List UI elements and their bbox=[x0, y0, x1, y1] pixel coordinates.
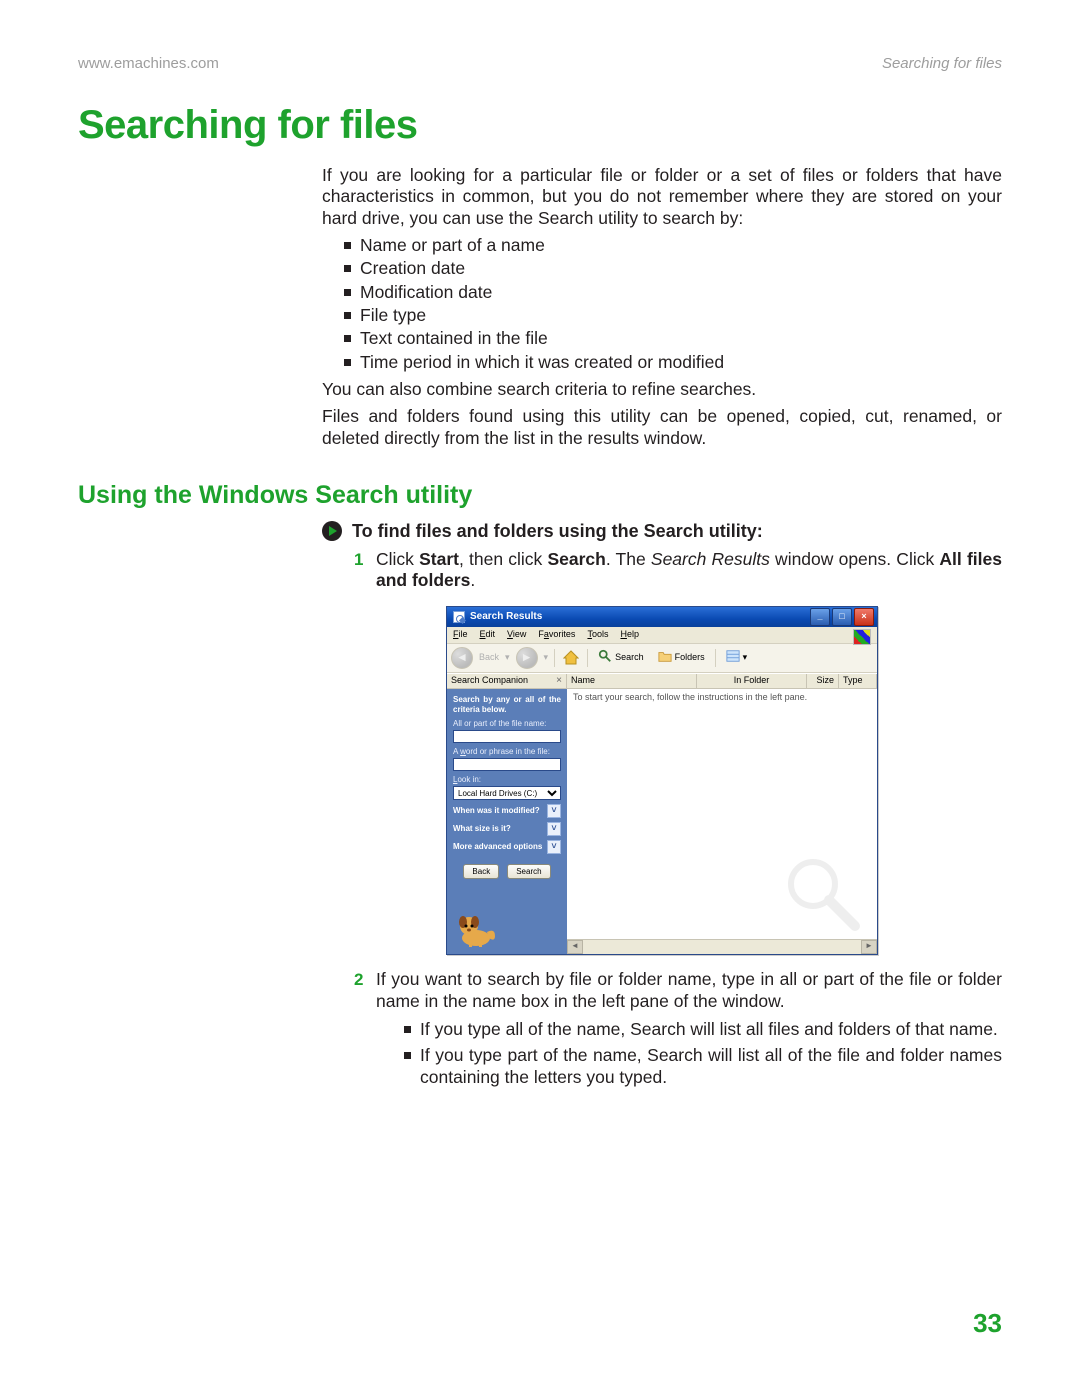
search-dog-icon bbox=[455, 908, 497, 948]
intro-paragraph: If you are looking for a particular file… bbox=[322, 165, 1002, 229]
results-pane: To start your search, follow the instruc… bbox=[567, 689, 877, 954]
step-2: If you want to search by file or folder … bbox=[354, 969, 1002, 1088]
search-pane-button[interactable]: Search bbox=[507, 864, 550, 879]
col-type[interactable]: Type bbox=[839, 674, 877, 689]
scroll-right-icon[interactable]: ► bbox=[861, 940, 877, 954]
search-window-icon bbox=[453, 611, 465, 623]
header-section: Searching for files bbox=[882, 55, 1002, 74]
scroll-left-icon[interactable]: ◄ bbox=[567, 940, 583, 954]
horizontal-scrollbar[interactable]: ◄ ► bbox=[567, 939, 877, 954]
header-url: www.emachines.com bbox=[78, 55, 219, 74]
folders-toolbar-button[interactable]: Folders bbox=[654, 647, 709, 668]
label-lookin: Look in: bbox=[453, 775, 561, 785]
pane-heading: Search by any or all of the criteria bel… bbox=[453, 695, 561, 715]
views-toolbar-button[interactable]: ▾ bbox=[722, 647, 752, 668]
back-button[interactable]: ◄ bbox=[451, 647, 473, 669]
col-search-companion: Search Companion bbox=[451, 675, 528, 686]
list-item: Text contained in the file bbox=[344, 328, 1002, 349]
window-title: Search Results bbox=[470, 611, 542, 624]
page-number: 33 bbox=[973, 1307, 1002, 1340]
column-headers: Search Companion × Name In Folder Size T… bbox=[447, 673, 877, 690]
list-item: Creation date bbox=[344, 258, 1002, 279]
chevron-down-icon[interactable]: ˅ bbox=[547, 840, 561, 854]
search-toolbar-button[interactable]: Search bbox=[594, 647, 648, 668]
maximize-button[interactable]: □ bbox=[832, 608, 852, 626]
menubar: File Edit View Favorites Tools Help bbox=[447, 627, 877, 643]
results-tip: To start your search, follow the instruc… bbox=[567, 689, 877, 706]
back-label: Back bbox=[479, 652, 499, 663]
menu-edit[interactable]: Edit bbox=[480, 629, 496, 640]
filename-input[interactable] bbox=[453, 730, 561, 743]
play-icon bbox=[322, 521, 342, 541]
up-button[interactable] bbox=[561, 648, 581, 668]
col-size[interactable]: Size bbox=[807, 674, 839, 689]
phrase-input[interactable] bbox=[453, 758, 561, 771]
step-1: Click Start, then click Search. The Sear… bbox=[354, 549, 1002, 956]
expander-advanced[interactable]: More advanced options bbox=[453, 842, 542, 852]
list-item: File type bbox=[344, 305, 1002, 326]
combine-paragraph: You can also combine search criteria to … bbox=[322, 379, 1002, 400]
menu-view[interactable]: View bbox=[507, 629, 526, 640]
search-companion-pane: Search by any or all of the criteria bel… bbox=[447, 689, 567, 954]
views-icon bbox=[726, 649, 740, 666]
toolbar: ◄ Back ▾ ► ▾ bbox=[447, 644, 877, 673]
criteria-list: Name or part of a name Creation date Mod… bbox=[322, 235, 1002, 373]
expander-size[interactable]: What size is it? bbox=[453, 824, 511, 834]
menu-help[interactable]: Help bbox=[620, 629, 639, 640]
close-pane-icon[interactable]: × bbox=[556, 675, 562, 688]
results-paragraph: Files and folders found using this utili… bbox=[322, 406, 1002, 449]
list-item: If you type part of the name, Search wil… bbox=[404, 1045, 1002, 1089]
folders-icon bbox=[658, 649, 672, 666]
magnify-icon bbox=[598, 649, 612, 666]
list-item: Time period in which it was created or m… bbox=[344, 352, 1002, 373]
menu-favorites[interactable]: Favorites bbox=[538, 629, 575, 640]
lookin-select[interactable]: Local Hard Drives (C:) bbox=[453, 786, 561, 800]
page-title: Searching for files bbox=[78, 100, 417, 150]
chevron-down-icon[interactable]: ˅ bbox=[547, 804, 561, 818]
list-item: Modification date bbox=[344, 282, 1002, 303]
windows-flag-icon bbox=[853, 629, 871, 645]
label-filename: All or part of the file name: bbox=[453, 719, 561, 729]
procedure-title: To find files and folders using the Sear… bbox=[352, 520, 763, 543]
col-name[interactable]: Name bbox=[567, 674, 697, 689]
menu-tools[interactable]: Tools bbox=[587, 629, 608, 640]
close-button[interactable]: × bbox=[854, 608, 874, 626]
label-word: A word or phrase in the file: bbox=[453, 747, 561, 757]
search-results-window: Search Results _ □ × File Edit View Favo… bbox=[446, 606, 878, 955]
expander-modified[interactable]: When was it modified? bbox=[453, 806, 540, 816]
col-in-folder[interactable]: In Folder bbox=[697, 674, 807, 689]
magnify-watermark-icon bbox=[783, 854, 863, 934]
titlebar: Search Results _ □ × bbox=[447, 607, 877, 627]
chevron-down-icon[interactable]: ˅ bbox=[547, 822, 561, 836]
list-item: If you type all of the name, Search will… bbox=[404, 1019, 1002, 1041]
back-pane-button[interactable]: Back bbox=[463, 864, 499, 879]
list-item: Name or part of a name bbox=[344, 235, 1002, 256]
section-heading: Using the Windows Search utility bbox=[78, 480, 472, 511]
forward-button[interactable]: ► bbox=[516, 647, 538, 669]
minimize-button[interactable]: _ bbox=[810, 608, 830, 626]
menu-file[interactable]: File bbox=[453, 629, 468, 640]
